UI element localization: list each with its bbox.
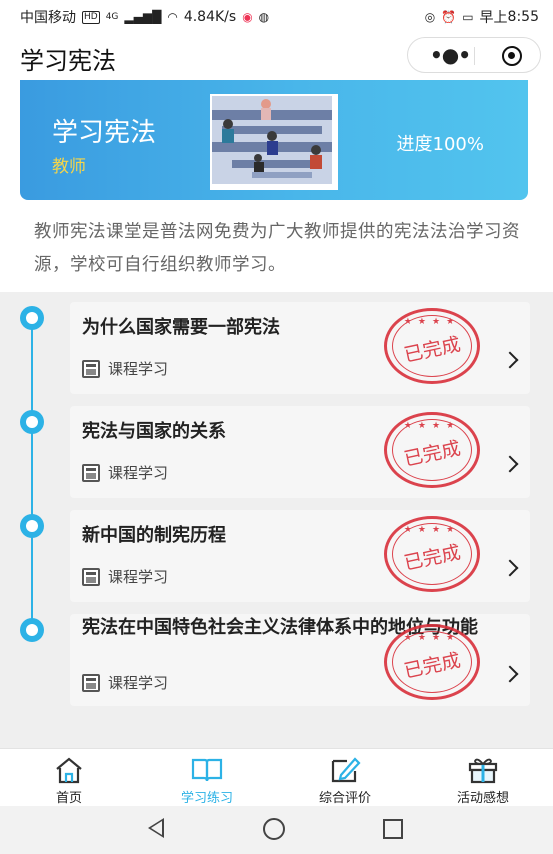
lesson-meta-label: 课程学习 xyxy=(108,464,169,482)
hd-badge: HD xyxy=(82,10,100,24)
battery-icon: ▭ xyxy=(462,10,474,24)
book-icon xyxy=(191,758,223,782)
eye-icon: ◎ xyxy=(424,10,436,24)
timeline-dot xyxy=(20,514,44,538)
chevron-right-icon[interactable] xyxy=(501,665,519,683)
course-book-icon xyxy=(82,463,100,482)
target-icon[interactable] xyxy=(502,46,522,66)
stamp-stars: ★★★★ xyxy=(403,421,461,431)
signal-icon: ▂▄▆█ xyxy=(124,10,162,24)
bottom-tab-bar: 首页 学习练习 综合评价 活动感想 xyxy=(0,748,553,807)
status-bar: 中国移动 HD 4G ▂▄▆█ ◠ 4.84K/s ◉ ◍ ◎ ⏰ ▭ 早上 8:… xyxy=(0,0,553,32)
capsule-divider xyxy=(474,47,475,65)
clock: 8:55 xyxy=(507,9,539,25)
stamp-text: 已完成 xyxy=(402,649,463,683)
stamp-text: 已完成 xyxy=(402,333,463,367)
lesson-item[interactable]: 新中国的制宪历程 课程学习 ★★★★ 已完成 xyxy=(70,510,530,602)
progress-label: 进度100% xyxy=(396,134,484,155)
stamp-text: 已完成 xyxy=(402,541,463,575)
stamp-text: 已完成 xyxy=(402,437,463,471)
lesson-item[interactable]: 为什么国家需要一部宪法 课程学习 ★★★★ 已完成 xyxy=(70,302,530,394)
chevron-right-icon[interactable] xyxy=(501,351,519,369)
recent-apps-icon[interactable] xyxy=(383,819,403,839)
timeline-dot xyxy=(20,618,44,642)
tab-label: 首页 xyxy=(55,791,82,806)
banner-subtitle: 教师 xyxy=(52,157,86,177)
tab-activity[interactable]: 活动感想 xyxy=(414,749,552,807)
miniprogram-capsule: •●• xyxy=(407,37,541,73)
tab-label: 学习练习 xyxy=(180,791,233,806)
lesson-meta: 课程学习 xyxy=(82,462,168,483)
course-book-icon xyxy=(82,673,100,692)
stamp-stars: ★★★★ xyxy=(403,633,461,643)
completed-stamp: ★★★★ 已完成 xyxy=(384,624,480,700)
tab-label: 综合评价 xyxy=(318,791,371,806)
app-icon: ◉ xyxy=(242,10,253,24)
time-prefix: 早上 xyxy=(479,10,508,26)
tab-evaluation[interactable]: 综合评价 xyxy=(276,749,414,807)
wechat-icon: ◍ xyxy=(258,10,270,24)
lesson-meta-label: 课程学习 xyxy=(108,568,169,586)
alarm-icon: ⏰ xyxy=(441,10,457,24)
chevron-right-icon[interactable] xyxy=(501,559,519,577)
banner-illustration xyxy=(210,94,338,190)
more-dots-icon[interactable]: •●• xyxy=(430,45,471,65)
course-banner: 学习宪法 教师 进度100% xyxy=(20,80,528,200)
course-book-icon xyxy=(82,359,100,378)
course-book-icon xyxy=(82,567,100,586)
completed-stamp: ★★★★ 已完成 xyxy=(384,412,480,488)
course-description: 教师宪法课堂是普法网免费为广大教师提供的宪法法治学习资源，学校可自行组织教师学习… xyxy=(34,222,520,275)
edit-icon xyxy=(331,757,361,783)
lesson-item[interactable]: 宪法在中国特色社会主义法律体系中的地位与功能 课程学习 ★★★★ 已完成 xyxy=(70,614,530,706)
wifi-icon: ◠ xyxy=(167,10,178,24)
chevron-right-icon[interactable] xyxy=(501,455,519,473)
lesson-meta-label: 课程学习 xyxy=(108,674,169,692)
tab-study[interactable]: 学习练习 xyxy=(138,749,276,807)
network-speed: 4.84K/s xyxy=(183,9,237,25)
back-icon[interactable] xyxy=(148,818,164,838)
completed-stamp: ★★★★ 已完成 xyxy=(384,308,480,384)
banner-title: 学习宪法 xyxy=(52,118,157,148)
lesson-meta: 课程学习 xyxy=(82,672,168,693)
lesson-item[interactable]: 宪法与国家的关系 课程学习 ★★★★ 已完成 xyxy=(70,406,530,498)
tab-label: 活动感想 xyxy=(456,791,509,806)
home-circle-icon[interactable] xyxy=(263,818,285,840)
system-nav-bar xyxy=(0,806,553,854)
timeline-dot xyxy=(20,306,44,330)
timeline-line xyxy=(31,318,33,630)
main-content[interactable]: 学习宪法 教师 进度100% 教师宪法课堂是普法网免费为广大教师提供的宪法法治学… xyxy=(0,80,553,748)
stamp-stars: ★★★★ xyxy=(403,317,461,327)
timeline-dot xyxy=(20,410,44,434)
network-type-label: 4G xyxy=(105,12,119,22)
page-title: 学习宪法 xyxy=(20,47,116,75)
intro-card: 学习宪法 教师 进度100% 教师宪法课堂是普法网免费为广大教师提供的宪法法治学… xyxy=(0,80,553,292)
title-bar: 学习宪法 •●• xyxy=(0,32,553,80)
lesson-meta-label: 课程学习 xyxy=(108,360,169,378)
completed-stamp: ★★★★ 已完成 xyxy=(384,516,480,592)
carrier-label: 中国移动 xyxy=(20,10,76,26)
stamp-stars: ★★★★ xyxy=(403,525,461,535)
tab-home[interactable]: 首页 xyxy=(0,749,138,807)
home-icon xyxy=(56,757,82,784)
gift-icon xyxy=(468,758,498,784)
lesson-meta: 课程学习 xyxy=(82,566,168,587)
lesson-meta: 课程学习 xyxy=(82,358,168,379)
